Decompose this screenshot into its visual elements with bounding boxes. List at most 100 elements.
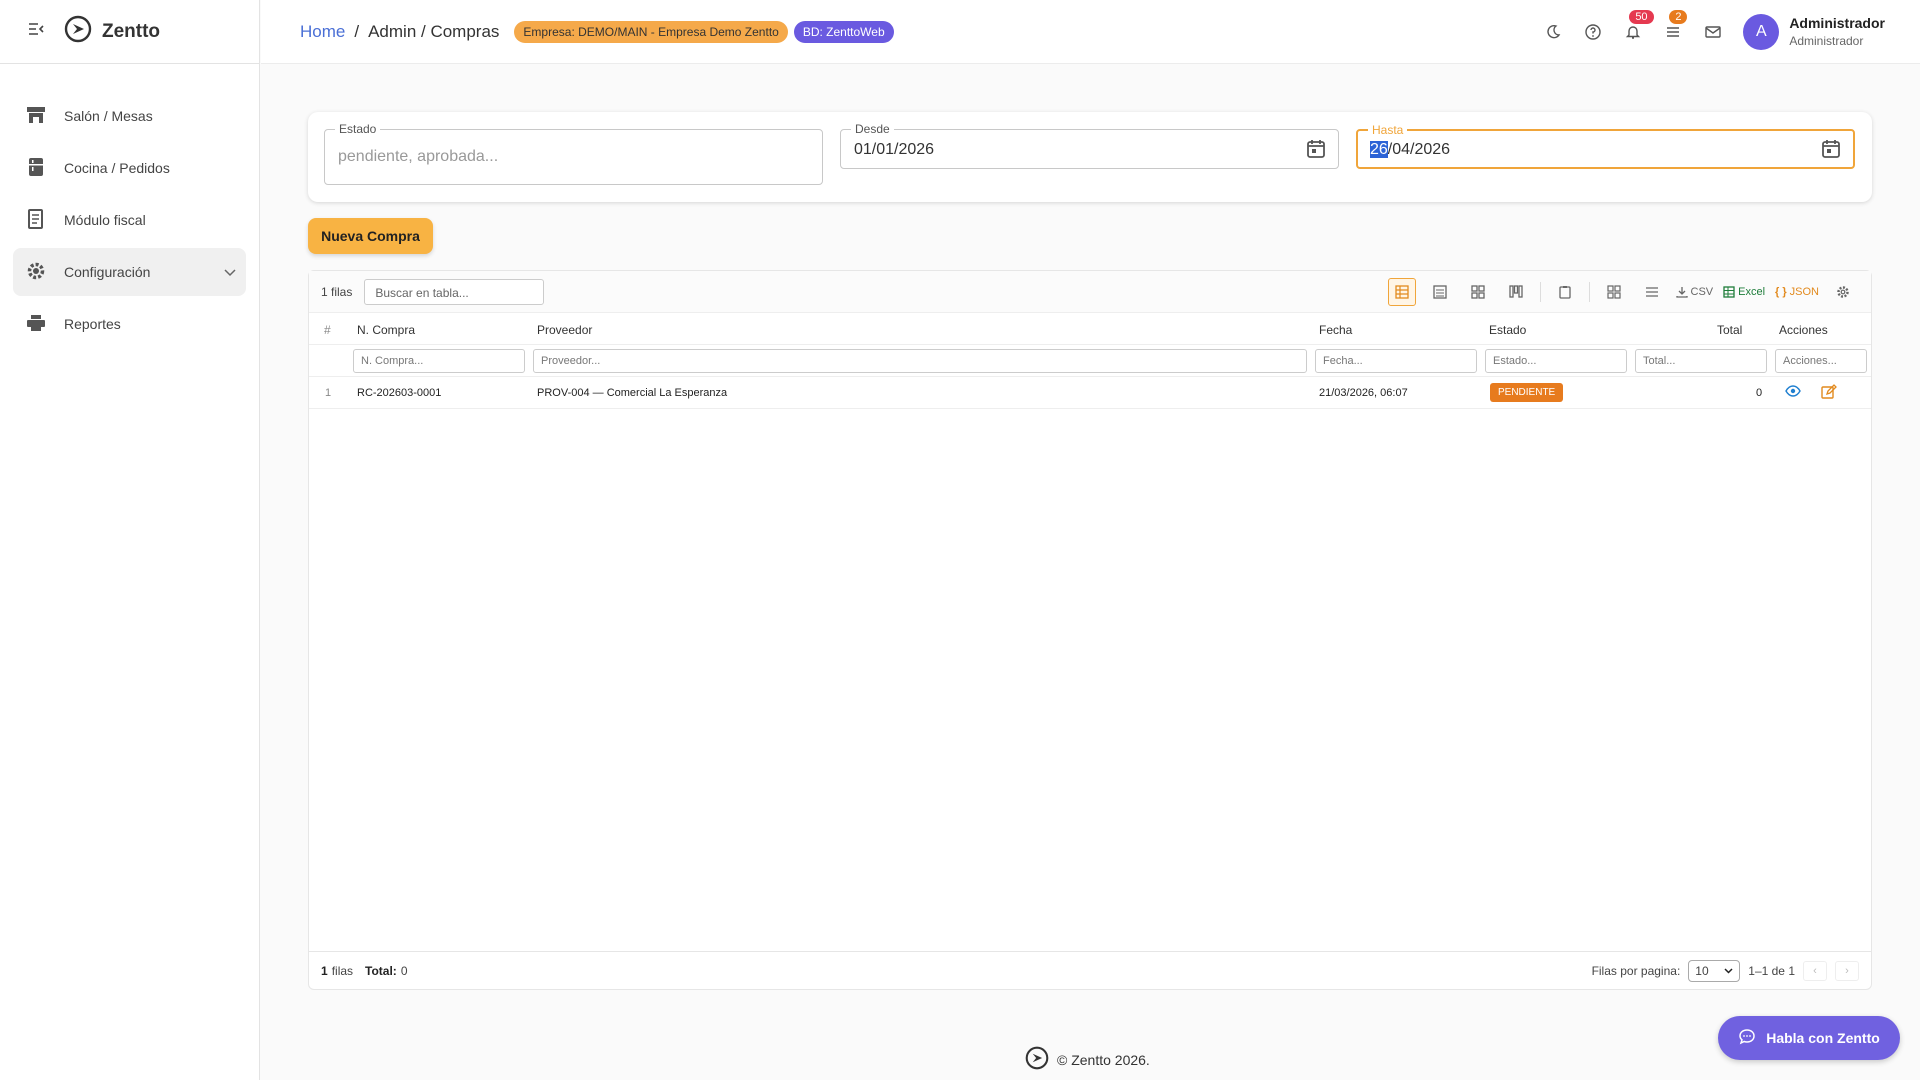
sidebar-item-fiscal[interactable]: Módulo fiscal xyxy=(13,196,246,244)
export-json-label: JSON xyxy=(1789,285,1819,298)
new-purchase-button[interactable]: Nueva Compra xyxy=(308,218,433,254)
dark-mode-icon[interactable] xyxy=(1543,22,1563,42)
toolbar-divider xyxy=(1539,281,1541,302)
export-json-button[interactable]: { } JSON xyxy=(1775,286,1819,298)
grid-view-icon[interactable] xyxy=(1464,278,1492,306)
breadcrumb-home-link[interactable]: Home xyxy=(300,22,345,42)
table-view-icon[interactable] xyxy=(1387,277,1416,306)
hasta-date-label: Hasta xyxy=(1368,123,1408,137)
user-menu[interactable]: A Administrador Administrador xyxy=(1743,13,1885,50)
desde-date-label: Desde xyxy=(851,122,894,136)
chevron-down-icon[interactable] xyxy=(224,264,236,280)
desde-date-value: 01/01/2026 xyxy=(854,141,935,158)
table-header: # N. Compra Proveedor Fecha Estado Total… xyxy=(309,313,1871,345)
filter-fecha-input[interactable]: Fecha... xyxy=(1315,349,1477,373)
sidebar-item-label: Cocina / Pedidos xyxy=(64,160,170,176)
col-compra-header[interactable]: N. Compra xyxy=(357,323,415,337)
notifications-bell-icon[interactable]: 50 xyxy=(1623,9,1654,42)
table-row[interactable]: 1 RC-202603-0001 PROV-004 — Comercial La… xyxy=(309,377,1871,409)
user-name: Administrador xyxy=(1789,15,1885,31)
desde-date-field[interactable]: Desde 01/01/2026 xyxy=(840,122,1339,169)
hasta-date-rest: /04/2026 xyxy=(1387,141,1451,158)
sidebar-item-label: Reportes xyxy=(64,316,121,332)
sidebar-item-salon[interactable]: Salón / Mesas xyxy=(13,92,246,140)
table-search-input[interactable]: Buscar en tabla... xyxy=(364,278,545,305)
settings-gear-icon[interactable] xyxy=(1829,278,1857,306)
next-page-button[interactable]: › xyxy=(1835,960,1859,981)
hasta-date-field[interactable]: Hasta 26/04/2026 xyxy=(1356,123,1855,169)
user-role: Administrador xyxy=(1789,34,1864,48)
spreadsheet-icon xyxy=(1723,285,1735,298)
hasta-day-selected: 26 xyxy=(1370,141,1388,158)
tasks-list-icon[interactable]: 2 xyxy=(1663,9,1688,42)
sidebar-item-label: Módulo fiscal xyxy=(64,212,146,228)
chat-button-label: Habla con Zentto xyxy=(1766,1030,1880,1046)
estado-filter-field[interactable]: Estado pendiente, aprobada... xyxy=(324,122,823,185)
sidebar-item-configuracion[interactable]: Configuración xyxy=(13,248,246,296)
clipboard-icon[interactable] xyxy=(1551,278,1579,306)
prev-page-button[interactable]: ‹ xyxy=(1803,960,1827,981)
header-actions: 50 2 A Administrador Administrador xyxy=(1543,9,1920,50)
calendar-icon[interactable] xyxy=(1821,139,1841,164)
calendar-icon[interactable] xyxy=(1306,139,1326,164)
gear-icon xyxy=(26,261,46,284)
collapse-menu-icon[interactable] xyxy=(28,22,44,41)
filter-compra-input[interactable]: N. Compra... xyxy=(353,349,525,373)
col-estado-header[interactable]: Estado xyxy=(1489,323,1526,337)
density-grid-icon[interactable] xyxy=(1600,278,1628,306)
col-fecha-header[interactable]: Fecha xyxy=(1319,323,1352,337)
chat-bubble-icon xyxy=(1738,1028,1756,1049)
export-excel-button[interactable]: Excel xyxy=(1723,286,1765,298)
kitchen-icon xyxy=(26,157,46,180)
filter-total-input[interactable]: Total... xyxy=(1635,349,1767,373)
page-range-text: 1–1 de 1 xyxy=(1748,963,1795,978)
footer-row-word: filas xyxy=(331,963,354,978)
row-compra: RC-202603-0001 xyxy=(357,387,442,399)
export-excel-label: Excel xyxy=(1738,285,1766,298)
rows-per-page-select[interactable]: 10 xyxy=(1688,959,1741,982)
company-badge: Empresa: DEMO/MAIN - Empresa Demo Zentto xyxy=(514,20,788,43)
view-eye-icon[interactable] xyxy=(1785,385,1801,400)
grid-view-options: CSV Excel { } JSON xyxy=(1387,277,1872,306)
row-proveedor: PROV-004 — Comercial La Esperanza xyxy=(537,387,728,399)
density-list-icon[interactable] xyxy=(1638,278,1666,306)
chat-assistant-button[interactable]: Habla con Zentto xyxy=(1718,1016,1900,1060)
sidebar: Zentto Salón / Mesas Cocina / Pedidos Mó… xyxy=(0,0,260,1080)
hasta-date-value: 26/04/2026 xyxy=(1370,141,1450,159)
toolbar-divider xyxy=(1588,281,1590,302)
col-proveedor-header[interactable]: Proveedor xyxy=(537,323,592,337)
database-badge: BD: ZenttoWeb xyxy=(793,20,894,43)
page-footer: © Zentto 2026. xyxy=(1025,1046,1150,1073)
kanban-view-icon[interactable] xyxy=(1502,278,1530,306)
sidebar-item-reportes[interactable]: Reportes xyxy=(13,300,246,348)
sidebar-item-label: Salón / Mesas xyxy=(64,108,153,124)
breadcrumb-current: Admin / Compras xyxy=(368,21,500,41)
help-icon[interactable] xyxy=(1583,22,1603,42)
row-fecha: 21/03/2026, 06:07 xyxy=(1319,387,1408,399)
row-number: 1 xyxy=(325,387,332,399)
status-badge: PENDIENTE xyxy=(1490,383,1564,402)
rows-per-page-value: 10 xyxy=(1695,963,1709,978)
breadcrumb-separator: / xyxy=(354,21,360,41)
export-csv-button[interactable]: CSV xyxy=(1675,285,1714,298)
grid-footer: 1 filas Total: 0 Filas por pagina: 10 1–… xyxy=(309,951,1871,989)
sidebar-item-cocina[interactable]: Cocina / Pedidos xyxy=(13,144,246,192)
filter-proveedor-input[interactable]: Proveedor... xyxy=(533,349,1307,373)
braces-icon: { } xyxy=(1775,285,1787,298)
receipt-icon xyxy=(26,208,46,232)
estado-filter-placeholder: pendiente, aprobada... xyxy=(338,148,499,165)
column-filter-row: N. Compra... Proveedor... Fecha... Estad… xyxy=(309,345,1871,377)
list-view-icon[interactable] xyxy=(1426,278,1454,306)
mail-icon[interactable] xyxy=(1703,22,1723,42)
brand[interactable]: Zentto xyxy=(64,15,160,49)
chevron-down-icon xyxy=(1724,967,1733,974)
export-csv-label: CSV xyxy=(1690,285,1714,298)
filter-acciones-input[interactable]: Acciones... xyxy=(1775,349,1867,373)
breadcrumb: Home / Admin / Compras xyxy=(300,22,499,42)
sidebar-nav: Salón / Mesas Cocina / Pedidos Módulo fi… xyxy=(0,64,259,348)
col-total-header[interactable]: Total xyxy=(1717,323,1742,337)
sidebar-item-label: Configuración xyxy=(64,264,151,280)
footer-row-count: 1 xyxy=(321,963,328,978)
filter-estado-input[interactable]: Estado... xyxy=(1485,349,1627,373)
edit-icon[interactable] xyxy=(1821,384,1837,403)
